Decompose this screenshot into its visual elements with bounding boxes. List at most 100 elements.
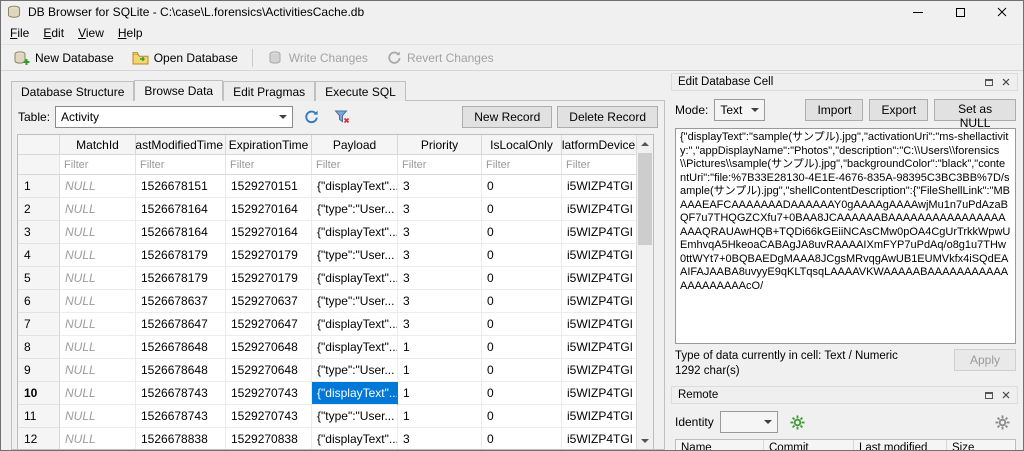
grid-cell[interactable]: 1526678647	[136, 313, 226, 336]
grid-cell[interactable]: 1526678151	[136, 175, 226, 198]
column-header-last-modified[interactable]: Last modified	[854, 440, 947, 450]
row-number[interactable]: 8	[18, 336, 60, 359]
grid-cell[interactable]: 3	[398, 267, 482, 290]
filter-input[interactable]	[136, 155, 225, 174]
grid-cell[interactable]: {"displayText"...	[312, 221, 398, 244]
grid-cell[interactable]: 1529270164	[226, 221, 312, 244]
new-database-button[interactable]: New Database	[5, 46, 122, 70]
row-number[interactable]: 7	[18, 313, 60, 336]
clear-filters-button[interactable]	[329, 106, 355, 128]
grid-cell[interactable]: 1526678743	[136, 405, 226, 428]
grid-cell[interactable]: 1	[398, 336, 482, 359]
grid-cell[interactable]: 1526678179	[136, 244, 226, 267]
menu-view[interactable]: View	[71, 23, 111, 44]
grid-cell[interactable]: i5WIZP4TGI	[562, 382, 638, 405]
grid-cell[interactable]: 0	[482, 313, 562, 336]
grid-cell[interactable]: 0	[482, 428, 562, 449]
grid-cell[interactable]: NULL	[60, 198, 136, 221]
scrollbar-thumb[interactable]	[638, 153, 652, 245]
grid-cell[interactable]: 3	[398, 244, 482, 267]
grid-cell[interactable]: i5WIZP4TGI	[562, 175, 638, 198]
grid-cell[interactable]: 1526678164	[136, 198, 226, 221]
grid-cell[interactable]: 1526678179	[136, 267, 226, 290]
identity-settings-button[interactable]	[784, 411, 811, 433]
grid-cell[interactable]: NULL	[60, 428, 136, 449]
grid-cell[interactable]: 1529270838	[226, 428, 312, 449]
grid-cell[interactable]: i5WIZP4TGI	[562, 336, 638, 359]
import-button[interactable]: Import	[805, 99, 864, 121]
cell-editor[interactable]: {"displayText":"sample(サンプル).jpg","activ…	[675, 128, 1016, 344]
set-as-null-button[interactable]: Set as NULL	[934, 99, 1016, 130]
grid-cell[interactable]: 3	[398, 313, 482, 336]
filter-input[interactable]	[482, 155, 561, 174]
column-header-lastmodifiedtime[interactable]: LastModifiedTime	[136, 135, 226, 155]
grid-cell[interactable]: 1526678648	[136, 336, 226, 359]
row-number[interactable]: 1	[18, 175, 60, 198]
grid-cell[interactable]: 1526678164	[136, 221, 226, 244]
minimize-button[interactable]	[897, 1, 939, 23]
row-number[interactable]: 12	[18, 428, 60, 449]
filter-input[interactable]	[226, 155, 311, 174]
grid-cell[interactable]: 1529270647	[226, 313, 312, 336]
grid-cell[interactable]: NULL	[60, 359, 136, 382]
grid-cell[interactable]: 1	[398, 382, 482, 405]
grid-cell[interactable]: 1526678743	[136, 382, 226, 405]
grid-cell[interactable]: i5WIZP4TGI	[562, 313, 638, 336]
filter-input[interactable]	[562, 155, 637, 174]
grid-cell[interactable]: 0	[482, 244, 562, 267]
grid-cell[interactable]: 0	[482, 359, 562, 382]
grid-cell[interactable]: {"displayText"...	[312, 267, 398, 290]
dock-float-button[interactable]	[980, 388, 997, 402]
grid-cell[interactable]: 1	[398, 405, 482, 428]
grid-cell[interactable]: 1526678637	[136, 290, 226, 313]
grid-cell[interactable]: 0	[482, 198, 562, 221]
grid-cell[interactable]: 1526678648	[136, 359, 226, 382]
grid-cell[interactable]: 1	[398, 359, 482, 382]
grid-cell[interactable]: NULL	[60, 336, 136, 359]
row-number[interactable]: 5	[18, 267, 60, 290]
identity-select[interactable]	[719, 411, 778, 433]
column-header-payload[interactable]: Payload	[312, 135, 398, 155]
grid-cell[interactable]: NULL	[60, 313, 136, 336]
row-number[interactable]: 9	[18, 359, 60, 382]
grid-cell[interactable]: 1529270179	[226, 267, 312, 290]
new-record-button[interactable]: New Record	[462, 106, 553, 128]
grid-cell[interactable]: 1529270743	[226, 382, 312, 405]
export-button[interactable]: Export	[869, 99, 929, 121]
filter-input[interactable]	[60, 155, 135, 174]
grid-cell[interactable]: 3	[398, 428, 482, 449]
column-header-platformdeviceid[interactable]: PlatformDeviceId	[562, 135, 638, 155]
column-header-priority[interactable]: Priority	[398, 135, 482, 155]
grid-cell[interactable]: 0	[482, 382, 562, 405]
grid-corner[interactable]	[18, 135, 60, 155]
grid-scrollbar[interactable]	[636, 135, 653, 449]
grid-cell[interactable]: 0	[482, 405, 562, 428]
grid-cell[interactable]: 0	[482, 290, 562, 313]
grid-cell[interactable]: 1529270637	[226, 290, 312, 313]
grid-cell[interactable]: 0	[482, 336, 562, 359]
grid-cell[interactable]: i5WIZP4TGI	[562, 359, 638, 382]
filter-input[interactable]	[312, 155, 397, 174]
grid-cell[interactable]: i5WIZP4TGI	[562, 290, 638, 313]
grid-cell[interactable]: {"displayText"...	[312, 313, 398, 336]
menu-edit[interactable]: Edit	[36, 23, 71, 44]
grid-cell[interactable]: NULL	[60, 382, 136, 405]
grid-cell[interactable]: i5WIZP4TGI	[562, 405, 638, 428]
grid-cell[interactable]: {"displayText"...	[312, 428, 398, 449]
grid-cell[interactable]: i5WIZP4TGI	[562, 428, 638, 449]
tab-database-structure[interactable]: Database Structure	[11, 81, 135, 101]
grid-cell[interactable]: 1526678838	[136, 428, 226, 449]
column-header-islocalonly[interactable]: IsLocalOnly	[482, 135, 562, 155]
delete-record-button[interactable]: Delete Record	[557, 106, 658, 128]
tab-execute-sql[interactable]: Execute SQL	[315, 81, 406, 101]
grid-cell[interactable]: NULL	[60, 267, 136, 290]
grid-cell[interactable]: NULL	[60, 244, 136, 267]
grid-cell[interactable]: 1529270179	[226, 244, 312, 267]
grid-cell[interactable]: NULL	[60, 290, 136, 313]
menu-help[interactable]: Help	[111, 23, 150, 44]
open-database-button[interactable]: Open Database	[124, 46, 246, 69]
remote-settings-button[interactable]	[989, 411, 1016, 433]
tab-edit-pragmas[interactable]: Edit Pragmas	[223, 81, 316, 101]
grid-cell[interactable]: {"type":"User...	[312, 198, 398, 221]
grid-cell[interactable]: {"type":"User...	[312, 290, 398, 313]
